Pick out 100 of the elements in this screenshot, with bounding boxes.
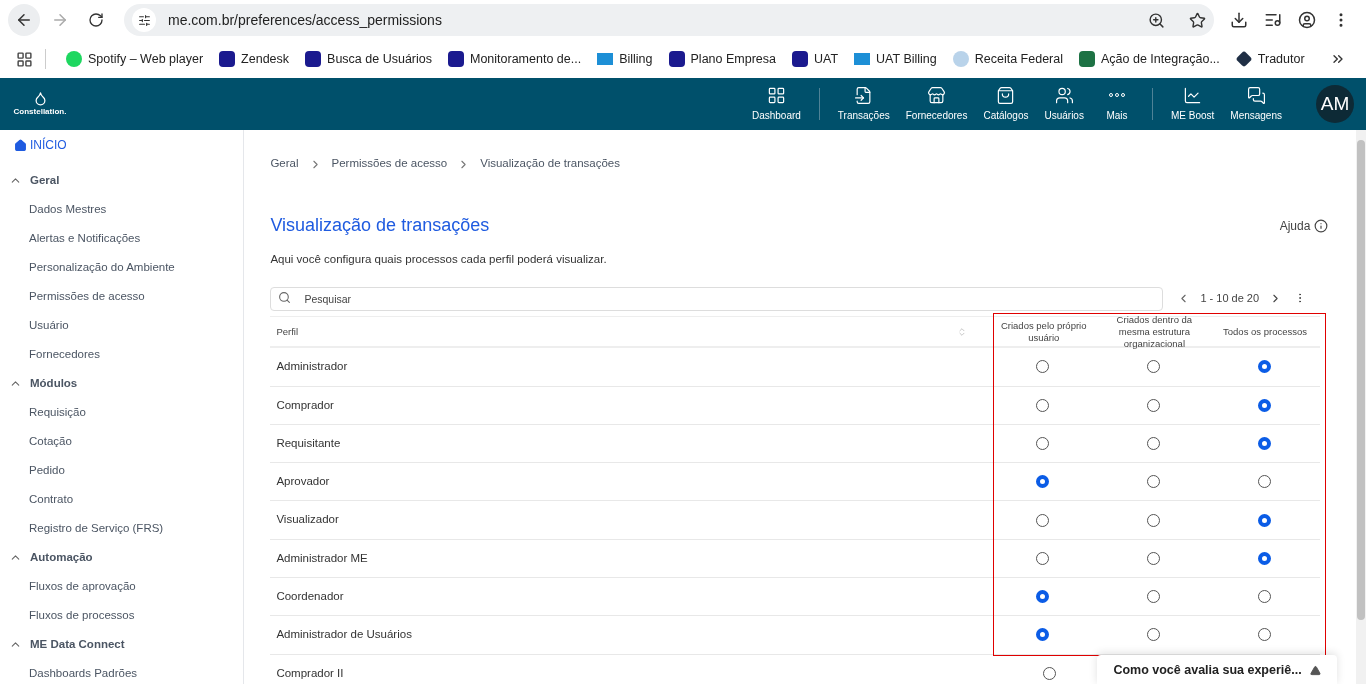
bookmark-star-icon[interactable] xyxy=(1189,11,1206,29)
radio-button[interactable] xyxy=(1258,475,1272,489)
expand-icon[interactable] xyxy=(1310,664,1322,676)
help-link[interactable]: Ajuda xyxy=(1279,216,1329,235)
column-header: Criados dentro da mesma estrutura organizacional xyxy=(1115,313,1194,350)
column-header: Todos os processos xyxy=(1222,325,1308,338)
home-link[interactable]: INÍCIO xyxy=(0,138,244,152)
radio-button[interactable] xyxy=(1147,360,1161,374)
radio-button[interactable] xyxy=(1036,475,1050,489)
table-cell-text: Requisitante xyxy=(275,435,342,451)
sidebar-item[interactable]: Dashboards Padrões xyxy=(0,659,244,684)
radio-button[interactable] xyxy=(1036,513,1050,527)
scrollbar-thumb[interactable] xyxy=(1357,140,1365,620)
bookmark-link[interactable]: Receita Federal xyxy=(944,49,1071,69)
scrollbar[interactable] xyxy=(1356,130,1366,684)
radio-button[interactable] xyxy=(1258,360,1272,374)
radio-button[interactable] xyxy=(1147,551,1161,565)
radio-button[interactable] xyxy=(1147,398,1161,412)
pagination-range: 1 - 10 de 20 xyxy=(1200,291,1260,306)
brand-logo[interactable]: Constellation. xyxy=(13,105,67,118)
feedback-bar[interactable]: Como você avalia sua experiê... xyxy=(1097,655,1338,684)
breadcrumb-link[interactable]: Visualização de transações xyxy=(480,155,620,173)
sidebar-item[interactable]: Permissões de acesso xyxy=(0,282,244,311)
media-icon[interactable] xyxy=(1264,11,1282,29)
apps-icon[interactable] xyxy=(16,50,33,68)
user-avatar[interactable]: AM xyxy=(1316,85,1354,123)
sidebar-item[interactable]: Alertas e Notificações xyxy=(0,224,244,253)
sidebar-item[interactable]: Fluxos de processos xyxy=(0,601,244,630)
table-cell-text: Aprovador xyxy=(275,474,331,490)
url-text: me.com.br/preferences/access_permissions xyxy=(168,10,443,30)
address-bar[interactable]: me.com.br/preferences/access_permissions xyxy=(124,4,1214,36)
search-field[interactable]: Pesquisar xyxy=(270,287,1164,312)
nav-tab[interactable]: Fornecedores xyxy=(899,85,974,123)
users-icon xyxy=(1054,85,1074,105)
radio-button[interactable] xyxy=(1042,666,1056,680)
app-logo-icon xyxy=(668,51,685,67)
bookmark-link[interactable]: UAT xyxy=(784,49,847,69)
radio-button[interactable] xyxy=(1036,551,1050,565)
sidebar-item[interactable]: Pedido xyxy=(0,456,244,485)
radio-button[interactable] xyxy=(1036,360,1050,374)
zoom-icon[interactable] xyxy=(1148,11,1165,29)
nav-tab[interactable]: Mensagens xyxy=(1224,85,1288,123)
breadcrumb-link[interactable]: Permissões de acesso xyxy=(331,155,448,173)
sidebar-item[interactable]: Dados Mestres xyxy=(0,195,244,224)
radio-button[interactable] xyxy=(1258,590,1272,604)
radio-button[interactable] xyxy=(1258,437,1272,450)
radio-button[interactable] xyxy=(1036,437,1050,450)
bookmark-link[interactable]: Busca de Usuários xyxy=(297,49,440,69)
sidebar-item[interactable]: Requisição xyxy=(0,398,244,427)
radio-button[interactable] xyxy=(1258,513,1272,527)
sidebar-item[interactable]: Contrato xyxy=(0,485,244,514)
sidebar-item[interactable]: Registro de Serviço (FRS) xyxy=(0,514,244,543)
radio-button[interactable] xyxy=(1147,437,1161,450)
sidebar-section[interactable]: Geral xyxy=(0,166,244,195)
radio-button[interactable] xyxy=(1147,513,1161,527)
radio-button[interactable] xyxy=(1036,398,1050,412)
reload-icon xyxy=(88,12,104,28)
bookmark-link[interactable]: Spotify – Web player xyxy=(58,49,212,69)
sidebar-item[interactable]: Fornecedores xyxy=(0,340,244,369)
table-cell-text: Comprador xyxy=(275,397,335,413)
site-settings-icon[interactable] xyxy=(132,8,156,32)
nav-tab[interactable]: Dashboard xyxy=(745,85,807,123)
table-cell-text: Visualizador xyxy=(275,512,340,528)
radio-button[interactable] xyxy=(1147,475,1161,489)
radio-button[interactable] xyxy=(1258,628,1272,642)
sidebar-item[interactable]: Usuário xyxy=(0,311,244,340)
store-icon xyxy=(927,85,947,105)
nav-tab[interactable]: Mais xyxy=(1093,85,1140,123)
radio-button[interactable] xyxy=(1258,398,1272,412)
sidebar-section[interactable]: ME Data Connect xyxy=(0,630,244,659)
bookmark-link[interactable]: Ação de Integração... xyxy=(1071,49,1228,69)
bookmark-link[interactable]: Plano Empresa xyxy=(660,49,784,69)
sidebar-item[interactable]: Personalização do Ambiente xyxy=(0,253,244,282)
home-icon xyxy=(14,138,27,152)
sidebar-item[interactable]: Cotação xyxy=(0,427,244,456)
bookmark-link[interactable]: Zendesk xyxy=(211,49,298,69)
sidebar-section[interactable]: Módulos xyxy=(0,369,244,398)
back-button[interactable] xyxy=(8,4,40,36)
radio-button[interactable] xyxy=(1036,590,1050,604)
download-icon[interactable] xyxy=(1230,11,1248,29)
radio-button[interactable] xyxy=(1147,628,1161,642)
forward-arrow-icon xyxy=(51,11,69,29)
nav-tab[interactable]: ME Boost xyxy=(1164,85,1221,123)
bookmark-link[interactable]: UAT Billing xyxy=(846,49,945,69)
breadcrumb-link[interactable]: Geral xyxy=(270,155,299,173)
bookmark-link[interactable]: Billing xyxy=(589,49,661,69)
sidebar-item[interactable]: Fluxos de aprovação xyxy=(0,572,244,601)
profile-icon[interactable] xyxy=(1298,11,1316,29)
nav-tab[interactable]: Transações xyxy=(831,85,896,123)
sidebar-section[interactable]: Automação xyxy=(0,543,244,572)
bookmark-link[interactable]: Monitoramento de... xyxy=(440,49,590,69)
nav-tab[interactable]: Usuários xyxy=(1038,85,1090,123)
app-logo-icon xyxy=(448,51,464,67)
radio-button[interactable] xyxy=(1258,551,1272,565)
bookmark-link[interactable]: Tradutor xyxy=(1227,49,1313,69)
nav-tab[interactable]: Catálogos xyxy=(977,85,1035,123)
app-logo-icon xyxy=(792,51,808,67)
radio-button[interactable] xyxy=(1036,628,1050,642)
search-icon xyxy=(278,291,292,305)
radio-button[interactable] xyxy=(1147,590,1161,604)
